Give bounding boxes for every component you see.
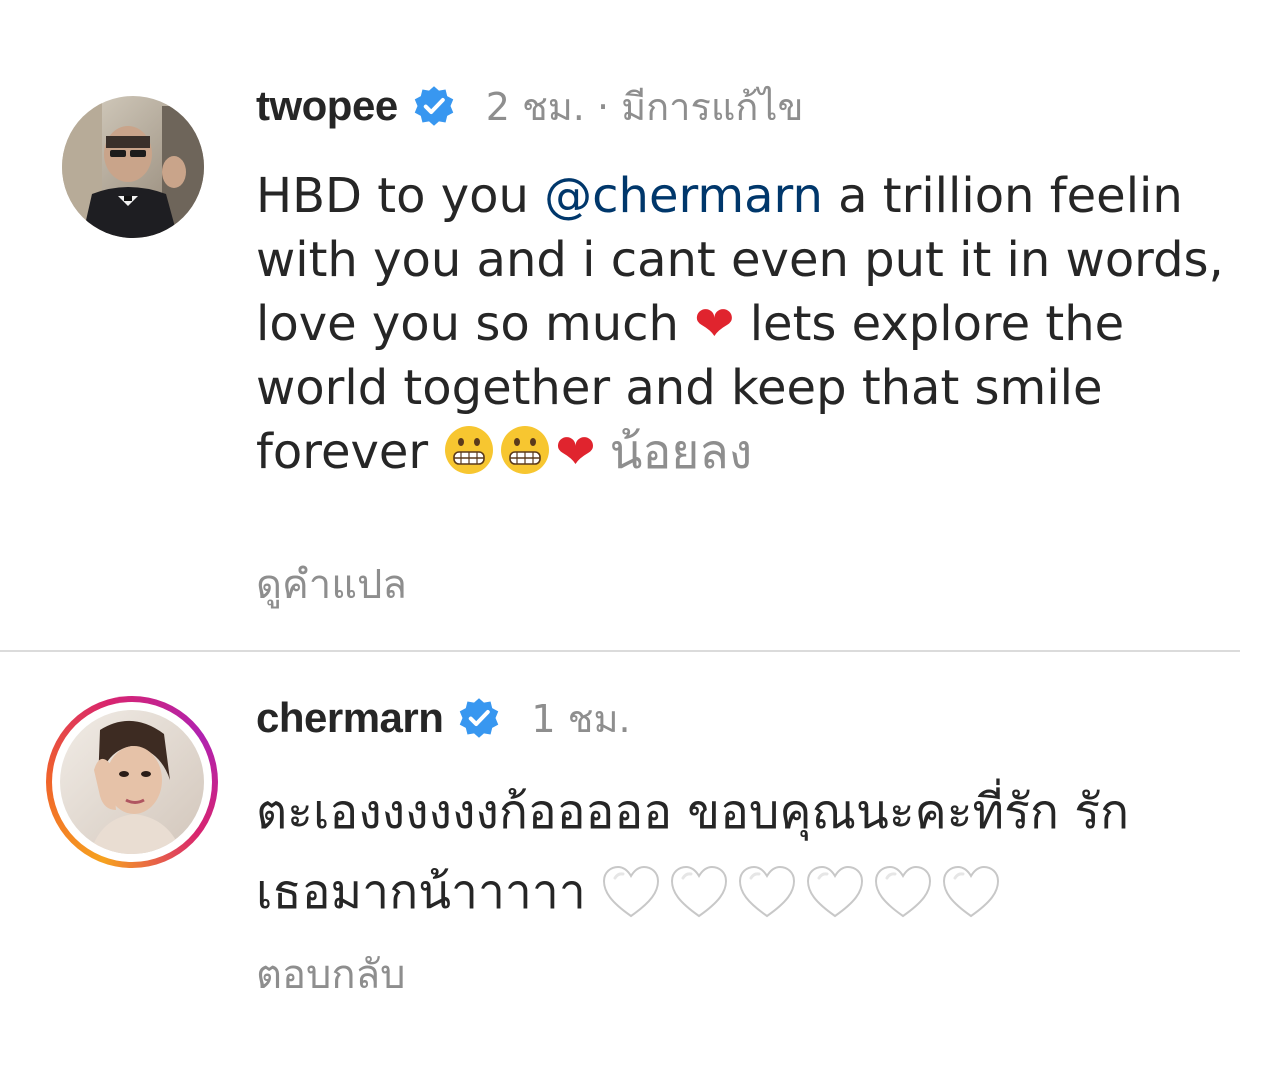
comment-body: ตะเองงงงงงก้อออออ ขอบคุณนะคะที่รัก รักเธ… (256, 772, 1176, 932)
see-translation-link[interactable]: ดูคำแปล (256, 552, 407, 616)
mention-link[interactable]: @chermarn (544, 168, 823, 224)
verified-badge-icon (460, 698, 499, 738)
username[interactable]: twopee (256, 82, 398, 130)
white-heart-icon (671, 865, 728, 918)
story-ring[interactable] (46, 696, 218, 868)
avatar-chermarn (60, 710, 204, 854)
verified-badge-icon (414, 86, 453, 126)
profile-photo-icon (60, 710, 204, 854)
white-heart-icon (807, 865, 864, 918)
red-heart-icon: ❤ (555, 424, 596, 480)
comment-text: HBD to you (256, 168, 545, 224)
username[interactable]: chermarn (256, 694, 444, 742)
white-heart-icon (603, 865, 660, 918)
white-heart-icon (875, 865, 932, 918)
see-less-link[interactable]: น้อยลง (610, 424, 753, 480)
profile-photo-icon (62, 96, 204, 238)
grimacing-face-icon (501, 426, 550, 474)
red-heart-icon: ❤ (694, 296, 735, 352)
comment-body: HBD to you @chermarn a trillion feelin w… (256, 164, 1226, 484)
comment-meta: 1 ชม. (531, 696, 631, 741)
comment-header: twopee 2 ชม. · มีการแก้ไข (256, 78, 804, 134)
comment-header: chermarn 1 ชม. (256, 690, 631, 746)
white-heart-icon (943, 865, 1000, 918)
white-heart-icon (739, 865, 796, 918)
avatar-twopee[interactable] (62, 96, 204, 238)
grimacing-face-icon (445, 426, 494, 474)
comment-divider (0, 650, 1240, 652)
comment-meta: 2 ชม. · มีการแก้ไข (485, 84, 804, 129)
reply-link[interactable]: ตอบกลับ (256, 942, 406, 1006)
